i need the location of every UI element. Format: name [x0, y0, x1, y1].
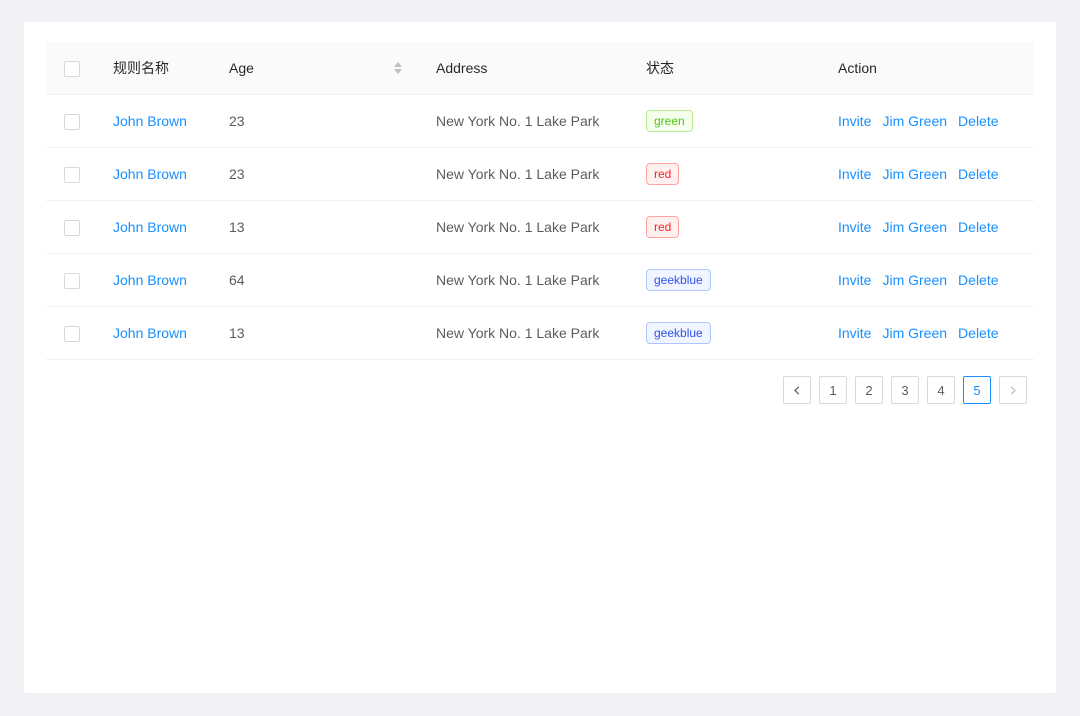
action-link-jim-green[interactable]: Jim Green [882, 113, 947, 129]
action-link-delete[interactable]: Delete [958, 272, 998, 288]
status-cell: geekblue [630, 307, 822, 360]
column-header-status: 状态 [630, 42, 822, 95]
status-tag: geekblue [646, 322, 711, 344]
row-cell-select [46, 148, 97, 201]
status-tag: geekblue [646, 269, 711, 291]
row-checkbox[interactable] [64, 167, 80, 183]
column-header-rule-name-label: 规则名称 [113, 60, 169, 76]
age-cell: 23 [213, 148, 420, 201]
pagination-page-1[interactable]: 1 [819, 376, 847, 404]
rule-name-cell: John Brown [97, 254, 213, 307]
row-checkbox[interactable] [64, 114, 80, 130]
action-link-delete[interactable]: Delete [958, 219, 998, 235]
age-cell: 13 [213, 201, 420, 254]
action-link-invite[interactable]: Invite [838, 166, 871, 182]
age-cell: 13 [213, 307, 420, 360]
status-tag: red [646, 163, 679, 185]
action-cell: Invite Jim Green Delete [822, 95, 1034, 148]
status-cell: green [630, 95, 822, 148]
address-cell: New York No. 1 Lake Park [420, 254, 630, 307]
data-table: 规则名称 Age Address [46, 42, 1034, 360]
action-link-invite[interactable]: Invite [838, 272, 871, 288]
caret-up-icon [394, 62, 402, 67]
row-checkbox[interactable] [64, 220, 80, 236]
caret-down-icon [394, 69, 402, 74]
pagination-page-3[interactable]: 3 [891, 376, 919, 404]
status-cell: red [630, 201, 822, 254]
row-cell-select [46, 307, 97, 360]
age-cell: 23 [213, 95, 420, 148]
caret-up-down-icon[interactable] [394, 62, 402, 74]
rule-name-cell: John Brown [97, 307, 213, 360]
column-header-age-label: Age [229, 58, 254, 78]
action-link-jim-green[interactable]: Jim Green [882, 325, 947, 341]
table-header-row: 规则名称 Age Address [46, 42, 1034, 95]
action-cell: Invite Jim Green Delete [822, 201, 1034, 254]
column-header-status-label: 状态 [646, 60, 674, 76]
age-cell: 64 [213, 254, 420, 307]
status-cell: geekblue [630, 254, 822, 307]
rule-name-cell: John Brown [97, 148, 213, 201]
column-header-age[interactable]: Age [213, 42, 420, 95]
column-header-address-label: Address [436, 60, 487, 76]
row-cell-select [46, 254, 97, 307]
header-cell-select [46, 42, 97, 95]
action-cell: Invite Jim Green Delete [822, 254, 1034, 307]
action-cell: Invite Jim Green Delete [822, 307, 1034, 360]
pagination-page-4[interactable]: 4 [927, 376, 955, 404]
content-card: 规则名称 Age Address [24, 22, 1056, 693]
chevron-left-icon [792, 385, 802, 396]
row-cell-select [46, 201, 97, 254]
pagination-page-5[interactable]: 5 [963, 376, 991, 404]
address-cell: New York No. 1 Lake Park [420, 95, 630, 148]
pagination: 12345 [46, 376, 1027, 404]
column-header-action: Action [822, 42, 1034, 95]
action-link-invite[interactable]: Invite [838, 325, 871, 341]
pagination-next-button[interactable] [999, 376, 1027, 404]
action-link-delete[interactable]: Delete [958, 325, 998, 341]
rule-name-link[interactable]: John Brown [113, 325, 187, 341]
action-cell: Invite Jim Green Delete [822, 148, 1034, 201]
action-link-delete[interactable]: Delete [958, 113, 998, 129]
row-checkbox[interactable] [64, 326, 80, 342]
pagination-prev-button[interactable] [783, 376, 811, 404]
column-header-rule-name: 规则名称 [97, 42, 213, 95]
rule-name-link[interactable]: John Brown [113, 219, 187, 235]
page-background: 规则名称 Age Address [0, 0, 1080, 716]
row-checkbox[interactable] [64, 273, 80, 289]
status-tag: red [646, 216, 679, 238]
column-header-address: Address [420, 42, 630, 95]
status-tag: green [646, 110, 693, 132]
rule-name-link[interactable]: John Brown [113, 166, 187, 182]
action-link-invite[interactable]: Invite [838, 113, 871, 129]
address-cell: New York No. 1 Lake Park [420, 307, 630, 360]
address-cell: New York No. 1 Lake Park [420, 148, 630, 201]
action-link-jim-green[interactable]: Jim Green [882, 219, 947, 235]
row-cell-select [46, 95, 97, 148]
action-link-invite[interactable]: Invite [838, 219, 871, 235]
action-link-jim-green[interactable]: Jim Green [882, 166, 947, 182]
table-row: John Brown 13 New York No. 1 Lake Park r… [46, 201, 1034, 254]
table-row: John Brown 13 New York No. 1 Lake Park g… [46, 307, 1034, 360]
action-link-delete[interactable]: Delete [958, 166, 998, 182]
rule-name-link[interactable]: John Brown [113, 113, 187, 129]
status-cell: red [630, 148, 822, 201]
rule-name-cell: John Brown [97, 201, 213, 254]
table-row: John Brown 64 New York No. 1 Lake Park g… [46, 254, 1034, 307]
action-link-jim-green[interactable]: Jim Green [882, 272, 947, 288]
chevron-right-icon [1008, 385, 1018, 396]
table-row: John Brown 23 New York No. 1 Lake Park g… [46, 95, 1034, 148]
address-cell: New York No. 1 Lake Park [420, 201, 630, 254]
pagination-page-2[interactable]: 2 [855, 376, 883, 404]
table-row: John Brown 23 New York No. 1 Lake Park r… [46, 148, 1034, 201]
rule-name-cell: John Brown [97, 95, 213, 148]
select-all-checkbox[interactable] [64, 61, 80, 77]
column-header-action-label: Action [838, 60, 877, 76]
rule-name-link[interactable]: John Brown [113, 272, 187, 288]
